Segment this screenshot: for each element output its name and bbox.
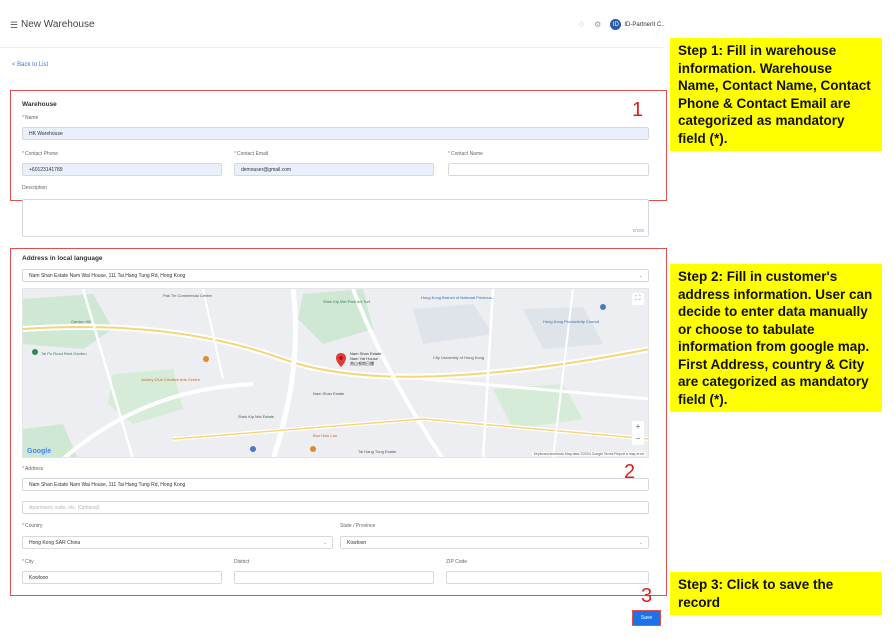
address-line2-field[interactable]: Apartment, suite, etc. (Optional): [22, 501, 649, 514]
map-pin-icon[interactable]: [336, 353, 346, 367]
address-search-field[interactable]: Nam Shan Estate Nam Wai House, 111 Tai H…: [22, 269, 649, 282]
map-poi-bun-hsiu-lau: Bun Hsiu Lau: [313, 433, 338, 438]
bell-icon[interactable]: ♢: [578, 20, 585, 29]
map-attribution[interactable]: Keyboard shortcuts Map data ©2024 Google…: [531, 452, 646, 456]
step2-note: Step 2: Fill in customer's address infor…: [670, 264, 882, 412]
name-field[interactable]: HK Warehouse: [22, 127, 649, 140]
map-poi-nam-shan: Nam Shan Estate: [313, 391, 345, 396]
state-select[interactable]: Kowloon ⌄: [340, 536, 649, 549]
description-textarea[interactable]: 0/200: [22, 199, 649, 237]
chevron-down-icon: ⌄: [638, 273, 643, 279]
save-button[interactable]: Save: [632, 610, 661, 626]
map-poi-cityu: City University of Hong Kong: [433, 355, 485, 360]
google-logo: Google: [27, 448, 52, 455]
zoom-out-icon[interactable]: −: [632, 433, 644, 445]
address-label: *Address: [22, 466, 44, 472]
map-poi-jockey-club: Jockey Club Creative Arts Centre: [141, 377, 200, 382]
contact-name-label: *Contact Name: [448, 151, 483, 157]
user-name[interactable]: ID-PartnerII C..: [624, 22, 664, 28]
map-poi-tai-hang-tung-estate: Tai Hang Tung Estate: [358, 449, 397, 454]
state-label: State / Province: [340, 523, 376, 529]
map-zoom-control[interactable]: + −: [632, 421, 644, 445]
map-poi-shek-kip-mei-park: Shek Kip Mei Park Art Turf: [323, 299, 370, 304]
back-to-list-link[interactable]: < Back to List: [12, 62, 48, 68]
annotation-number-2: 2: [624, 461, 636, 483]
top-bar: ☰ New Warehouse ♢ ⚙ ID ID-PartnerII C..: [0, 0, 665, 48]
zoom-in-icon[interactable]: +: [632, 421, 644, 433]
warehouse-panel: [10, 90, 667, 201]
map-poi-garden-hill: Garden Hill: [71, 319, 92, 324]
zip-code-field[interactable]: [446, 571, 649, 584]
contact-phone-label: *Contact Phone: [22, 151, 59, 157]
chevron-down-icon: ⌄: [322, 540, 327, 546]
warehouse-section-title: Warehouse: [22, 101, 57, 108]
gear-icon[interactable]: ⚙: [594, 20, 601, 29]
contact-phone-field[interactable]: +60123141789: [22, 163, 222, 176]
chevron-down-icon: ⌄: [638, 540, 643, 546]
district-label: District: [234, 559, 250, 565]
step3-note: Step 3: Click to save the record: [670, 572, 882, 615]
page-title: New Warehouse: [21, 19, 95, 30]
address-field[interactable]: Nam Shan Estate Nam Wai House, 111 Tai H…: [22, 478, 649, 491]
district-field[interactable]: [234, 571, 434, 584]
fullscreen-icon[interactable]: ⛶: [632, 293, 644, 305]
zip-code-label: ZIP Code: [446, 559, 468, 565]
map-poi-pak-tin-centre: Pak Tin Commercial Centre: [163, 293, 212, 298]
google-map[interactable]: Garden Hill Tai Po Road Rest Garden Pak …: [22, 288, 649, 458]
map-pin-label: Nam Shan Estate Nam Yat House 南山邨南日樓: [350, 351, 382, 366]
map-poi-tai-po-rest-garden: Tai Po Road Rest Garden: [41, 351, 87, 356]
map-poi-productivity-council: Hong Kong Productivity Council: [543, 319, 600, 324]
annotation-number-3: 3: [641, 585, 653, 607]
address-section-title: Address in local language: [22, 255, 103, 262]
city-label: *City: [22, 559, 34, 565]
header-icons: ♢ ⚙ ID ID-PartnerII C..: [578, 19, 665, 30]
map-poi-shek-kip-mei-estate: Shek Kip Mei Estate: [238, 414, 275, 419]
menu-icon[interactable]: ☰: [10, 20, 18, 31]
contact-email-label: *Contact Email: [234, 151, 269, 157]
contact-name-field[interactable]: [448, 163, 649, 176]
city-field[interactable]: Kowloon: [22, 571, 222, 584]
description-char-count: 0/200: [632, 228, 644, 233]
avatar[interactable]: ID: [610, 19, 622, 30]
name-label: *Name: [22, 115, 39, 121]
country-label: *Country: [22, 523, 43, 529]
annotation-number-1: 1: [632, 99, 644, 121]
map-poi-bank: Hong Kong Branch of National Precious...: [421, 295, 496, 300]
country-select[interactable]: Hong Kong SAR China ⌄: [22, 536, 333, 549]
description-label: Description: [22, 185, 48, 191]
step1-note: Step 1: Fill in warehouse information. W…: [670, 38, 882, 151]
contact-email-field[interactable]: demouser@gmail.com: [234, 163, 434, 176]
